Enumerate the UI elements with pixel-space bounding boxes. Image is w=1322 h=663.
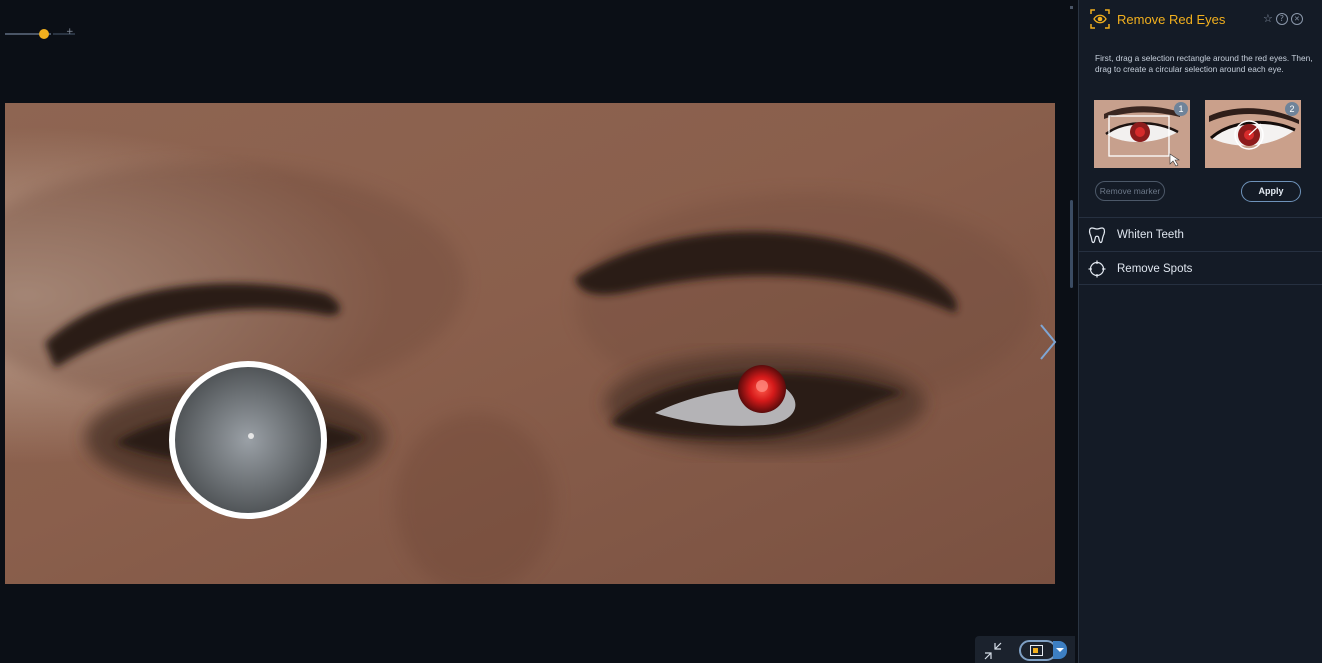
step1-badge: 1 (1174, 102, 1188, 116)
shrink-arrows-icon[interactable] (983, 641, 1003, 661)
step2-example-image: 2 (1205, 100, 1301, 168)
zoom-slider[interactable]: + (5, 27, 75, 40)
photo-canvas[interactable]: + (0, 0, 1078, 663)
panel-title: Remove Red Eyes (1117, 12, 1226, 27)
before-after-compare-icon (1030, 645, 1043, 656)
remove-marker-button[interactable]: Remove marker (1095, 181, 1165, 201)
crosshair-circle-icon (1088, 260, 1106, 278)
chevron-right-icon[interactable] (1036, 322, 1060, 362)
panel-header: Remove Red Eyes ☆ ? ✕ (1079, 0, 1322, 38)
tooth-icon (1088, 226, 1106, 244)
close-icon[interactable]: ✕ (1290, 13, 1303, 25)
tool-remove-spots-label: Remove Spots (1117, 263, 1193, 275)
step2-badge: 2 (1285, 102, 1299, 116)
tool-remove-spots[interactable]: Remove Spots (1079, 251, 1322, 285)
compare-mode-dropdown[interactable] (1053, 641, 1067, 659)
step1-example-image: 1 (1094, 100, 1190, 168)
scrollbar-up-indicator[interactable] (1070, 6, 1073, 9)
zoom-in-icon[interactable]: + (66, 27, 74, 37)
help-icon[interactable]: ? (1275, 13, 1288, 25)
panel-header-buttons: ☆ ? ✕ (1263, 12, 1303, 26)
red-eye-target-icon (1090, 9, 1110, 29)
tool-whiten-teeth[interactable]: Whiten Teeth (1079, 217, 1322, 251)
retouch-panel: Remove Red Eyes ☆ ? ✕ First, drag a sele… (1078, 0, 1322, 663)
apply-button[interactable]: Apply (1241, 181, 1301, 202)
instructions-text: First, drag a selection rectangle around… (1095, 53, 1313, 74)
zoom-slider-knob[interactable] (39, 29, 49, 39)
vertical-scrollbar[interactable] (1070, 200, 1073, 288)
caret-down-icon (1056, 648, 1064, 652)
tool-whiten-teeth-label: Whiten Teeth (1117, 229, 1184, 241)
star-icon[interactable]: ☆ (1263, 12, 1273, 26)
view-toolbar (975, 636, 1075, 663)
photo-image[interactable] (5, 103, 1055, 584)
before-after-compare-button[interactable] (1019, 640, 1057, 661)
